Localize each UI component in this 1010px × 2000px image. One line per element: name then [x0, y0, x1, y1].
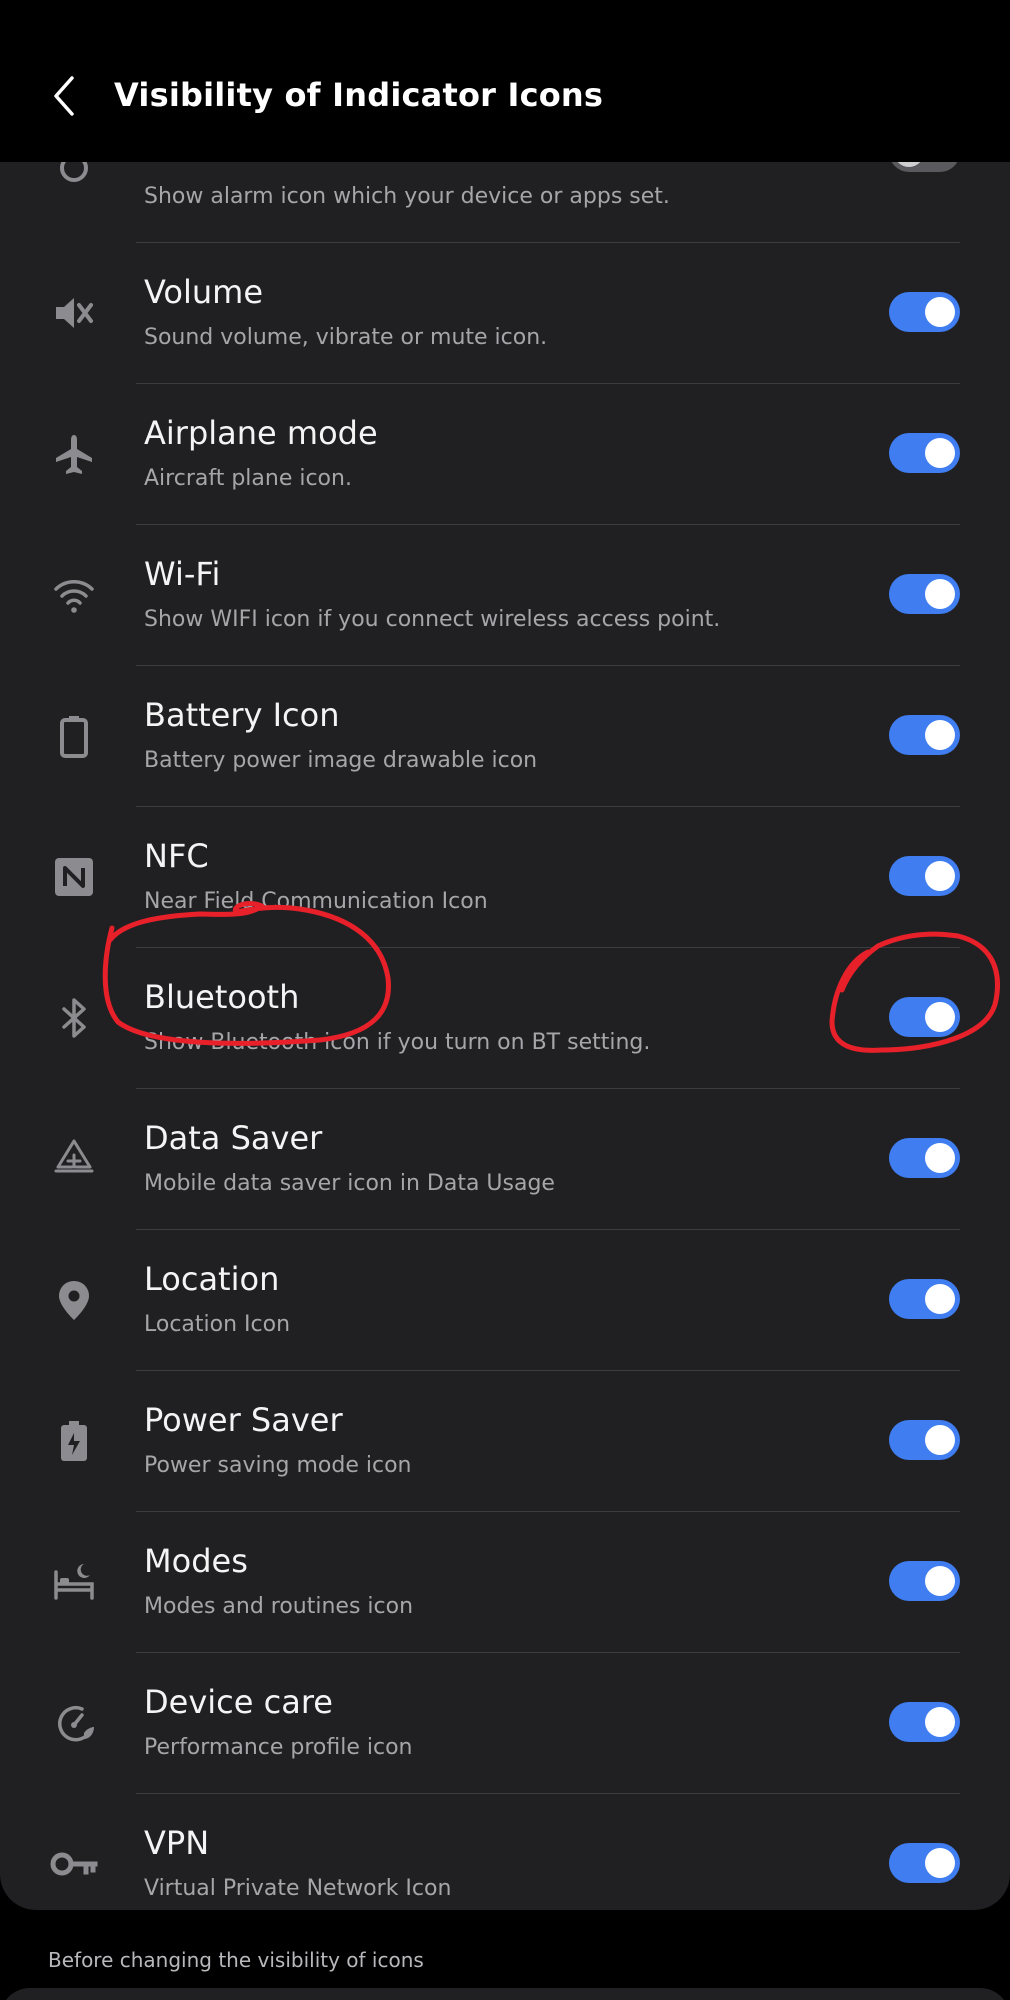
- row-title: Volume: [144, 273, 264, 311]
- battery-icon: [50, 712, 98, 760]
- row-subtitle: Sound volume, vibrate or mute icon.: [144, 325, 548, 350]
- row-title: Wi-Fi: [144, 555, 221, 593]
- row-title: VPN: [144, 1824, 210, 1862]
- key-icon: [50, 1840, 98, 1888]
- alarm-icon: [50, 162, 98, 190]
- list-item-device-care[interactable]: Device care Performance profile icon: [0, 1653, 1010, 1794]
- list-item-bluetooth[interactable]: Bluetooth Show Bluetooth icon if you tur…: [0, 948, 1010, 1089]
- row-title: Data Saver: [144, 1119, 323, 1157]
- row-title: NFC: [144, 837, 209, 875]
- toggle-switch[interactable]: [889, 292, 960, 332]
- toggle-switch[interactable]: [889, 1420, 960, 1460]
- row-subtitle: Virtual Private Network Icon: [144, 1876, 452, 1901]
- toggle-switch[interactable]: [889, 1279, 960, 1319]
- footer-note: Before changing the visibility of icons: [48, 1948, 424, 1972]
- list-item-airplane-mode[interactable]: Airplane mode Aircraft plane icon.: [0, 384, 1010, 525]
- toggle-switch[interactable]: [889, 162, 960, 172]
- bed-moon-icon: [50, 1558, 98, 1606]
- toggle-switch[interactable]: [889, 997, 960, 1037]
- list-item-data-saver[interactable]: Data Saver Mobile data saver icon in Dat…: [0, 1089, 1010, 1230]
- row-title: Location: [144, 1260, 280, 1298]
- power-saver-icon: [50, 1417, 98, 1465]
- volume-mute-icon: [50, 289, 98, 337]
- toggle-switch[interactable]: [889, 1138, 960, 1178]
- list-item-volume[interactable]: Volume Sound volume, vibrate or mute ico…: [0, 243, 1010, 384]
- bluetooth-icon: [50, 994, 98, 1042]
- row-subtitle: Mobile data saver icon in Data Usage: [144, 1171, 555, 1196]
- app-bar: Visibility of Indicator Icons: [0, 0, 1010, 162]
- toggle-switch[interactable]: [889, 433, 960, 473]
- row-title: Bluetooth: [144, 978, 300, 1016]
- airplane-icon: [50, 430, 98, 478]
- device-care-icon: [50, 1699, 98, 1747]
- row-subtitle: Show WIFI icon if you connect wireless a…: [144, 607, 721, 632]
- toggle-switch[interactable]: [889, 574, 960, 614]
- row-subtitle: Aircraft plane icon.: [144, 466, 352, 491]
- settings-list: Show alarm icon which your device or app…: [0, 162, 1010, 1910]
- list-item-nfc[interactable]: NFC Near Field Communication Icon: [0, 807, 1010, 948]
- list-item-wifi[interactable]: Wi-Fi Show WIFI icon if you connect wire…: [0, 525, 1010, 666]
- row-subtitle: Near Field Communication Icon: [144, 889, 488, 914]
- toggle-switch[interactable]: [889, 1702, 960, 1742]
- list-item-power-saver[interactable]: Power Saver Power saving mode icon: [0, 1371, 1010, 1512]
- data-saver-icon: [50, 1135, 98, 1183]
- list-item-location[interactable]: Location Location Icon: [0, 1230, 1010, 1371]
- row-title: Modes: [144, 1542, 248, 1580]
- toggle-switch[interactable]: [889, 1843, 960, 1883]
- wifi-icon: [50, 571, 98, 619]
- list-item-modes[interactable]: Modes Modes and routines icon: [0, 1512, 1010, 1653]
- row-subtitle: Modes and routines icon: [144, 1594, 414, 1619]
- row-title: Battery Icon: [144, 696, 340, 734]
- row-subtitle: Power saving mode icon: [144, 1453, 412, 1478]
- row-title: Device care: [144, 1683, 333, 1721]
- row-subtitle: Battery power image drawable icon: [144, 748, 538, 773]
- location-pin-icon: [50, 1276, 98, 1324]
- page-title: Visibility of Indicator Icons: [114, 76, 604, 114]
- back-arrow-icon: [54, 76, 74, 116]
- toggle-switch[interactable]: [889, 1561, 960, 1601]
- footer-card: [0, 1988, 1010, 2000]
- nfc-icon: [50, 853, 98, 901]
- row-subtitle: Show Bluetooth icon if you turn on BT se…: [144, 1030, 651, 1055]
- row-title: Airplane mode: [144, 414, 378, 452]
- list-item-vpn[interactable]: VPN Virtual Private Network Icon: [0, 1794, 1010, 1910]
- back-button[interactable]: [40, 64, 88, 128]
- list-item-alarm[interactable]: Show alarm icon which your device or app…: [0, 162, 1010, 243]
- list-item-battery[interactable]: Battery Icon Battery power image drawabl…: [0, 666, 1010, 807]
- row-subtitle: Location Icon: [144, 1312, 291, 1337]
- toggle-switch[interactable]: [889, 856, 960, 896]
- row-subtitle: Show alarm icon which your device or app…: [144, 184, 670, 209]
- row-subtitle: Performance profile icon: [144, 1735, 413, 1760]
- toggle-switch[interactable]: [889, 715, 960, 755]
- row-title: Power Saver: [144, 1401, 343, 1439]
